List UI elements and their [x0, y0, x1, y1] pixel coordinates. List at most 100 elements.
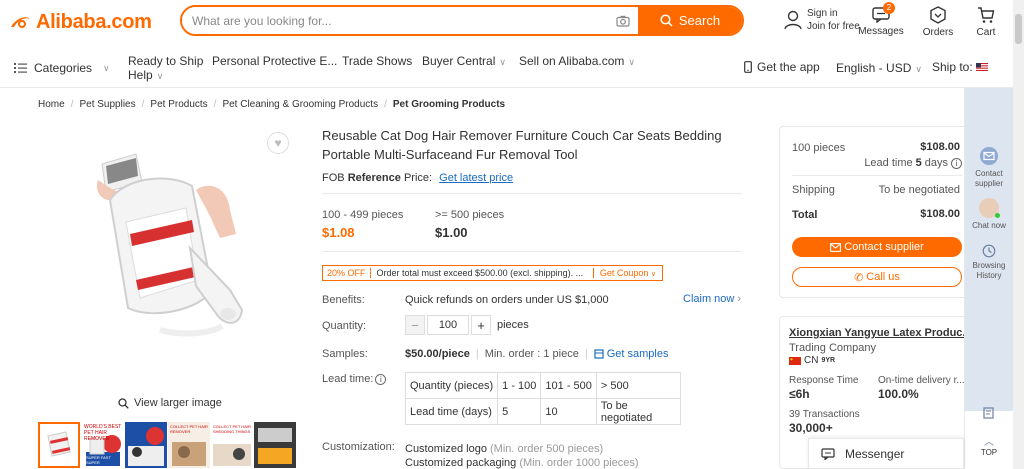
language-selector[interactable]: English - USD ∨ [836, 61, 922, 75]
table-row: Lead time (days) 5 10 To be negotiated [404, 398, 681, 425]
breadcrumb-item[interactable]: Pet Supplies [79, 99, 135, 110]
table-cell: Lead time (days) [404, 398, 499, 425]
clock-icon [982, 244, 996, 258]
categories-label: Categories [34, 61, 93, 75]
get-samples-link[interactable]: Get samples [594, 348, 668, 360]
info-icon[interactable]: i [375, 373, 387, 385]
lead-time-days: 5 [915, 157, 922, 169]
separator: | [584, 348, 588, 360]
nav-trade-shows[interactable]: Trade Shows [342, 54, 412, 68]
cart-button[interactable]: Cart [972, 4, 1000, 38]
scrollbar[interactable] [1013, 0, 1024, 469]
thumbnail-1[interactable] [38, 422, 80, 468]
chevron-right-icon: › [737, 293, 742, 305]
categories-menu[interactable]: Categories ∨ [14, 61, 110, 75]
coupon-banner[interactable]: 20% OFF Order total must exceed $500.00 … [322, 265, 663, 281]
breadcrumb-item[interactable]: Home [38, 99, 65, 110]
tier-qty-1: 100 - 499 pieces [322, 209, 404, 221]
camera-icon[interactable] [608, 7, 638, 34]
coupon-condition: Order total must exceed $500.00 (excl. s… [376, 268, 584, 278]
decrement-button[interactable]: − [405, 315, 425, 335]
coupon-discount: 20% OFF [323, 268, 371, 278]
nav-sell[interactable]: Sell on Alibaba.com ∨ [519, 54, 635, 68]
breadcrumb-item-current[interactable]: Pet Grooming Products [393, 99, 505, 110]
claim-now-link[interactable]: Claim now › [683, 293, 741, 305]
nav-help[interactable]: Help ∨ [128, 68, 163, 82]
info-icon[interactable]: i [951, 157, 962, 169]
thumbnail-4[interactable]: COLLECT PET HAIR REMOVER [168, 422, 210, 468]
main-product-image[interactable] [40, 130, 276, 388]
breadcrumb-item[interactable]: Pet Cleaning & Grooming Products [222, 99, 378, 110]
nav-buyer-central[interactable]: Buyer Central ∨ [422, 54, 506, 68]
favorite-heart-button[interactable]: ♥ [267, 132, 289, 154]
fob-price-line: FOB Reference Price: Get latest price [322, 172, 513, 184]
sidebar-browsing-history[interactable]: Browsing History [965, 244, 1013, 281]
alibaba-logo[interactable]: Alibaba.com [8, 11, 152, 34]
order-qty: 100 pieces [792, 142, 846, 154]
table-cell: 1 - 100 [497, 372, 542, 399]
back-to-top-button[interactable]: ︿ TOP [965, 438, 1013, 458]
sidebar-chat-now[interactable]: Chat now [965, 198, 1013, 231]
quantity-label: Quantity: [322, 320, 367, 332]
tier-qty-2: >= 500 pieces [435, 209, 505, 221]
order-summary-card: 100 pieces $108.00 Lead time 5 days i Sh… [779, 126, 971, 298]
search-input[interactable] [182, 7, 608, 34]
nav-ready-to-ship[interactable]: Ready to Ship [128, 54, 203, 68]
view-larger-image-link[interactable]: View larger image [118, 397, 222, 409]
messenger-bar[interactable]: Messenger [808, 438, 964, 469]
chevron-down-icon: ∨ [156, 71, 164, 81]
call-us-label: Call us [866, 271, 900, 283]
supplier-type: Trading Company [789, 342, 877, 354]
messages-button[interactable]: 2 Messages [858, 2, 904, 37]
tier-price-1: $1.08 [322, 225, 355, 240]
custom-logo-row: Customized logo (Min. order 500 pieces) [405, 443, 603, 455]
sign-in-link[interactable]: Sign in [807, 7, 860, 20]
back-to-top-label: TOP [980, 448, 998, 457]
phone-icon: ✆ [854, 271, 864, 284]
benefits-value: Quick refunds on orders under US $1,000 [405, 294, 609, 306]
supplier-country: CN [804, 355, 819, 366]
thumbnail-6[interactable] [254, 422, 296, 468]
quantity-input[interactable]: 100 [427, 315, 469, 335]
sidebar-history-label: Browsing History [972, 261, 1006, 280]
sign-in-area[interactable]: Sign in Join for free [783, 7, 860, 33]
search-icon [660, 14, 673, 27]
contact-supplier-button[interactable]: Contact supplier [792, 237, 962, 257]
orders-button[interactable]: Orders [921, 4, 955, 38]
thumbnail-5[interactable]: COLLECT PET HAIR SHEDDING THINGS [211, 422, 253, 468]
cart-label: Cart [976, 27, 996, 38]
get-app-link[interactable]: Get the app [744, 60, 820, 74]
thumbnail-2[interactable]: WORLD'S BEST PET HAIR REMOVER SUPER FAST… [82, 422, 124, 468]
order-amount: $108.00 [920, 141, 960, 153]
customization-label: Customization: [322, 441, 395, 453]
get-latest-price-link[interactable]: Get latest price [439, 172, 513, 184]
thumbnail-text: WORLD'S BEST PET HAIR REMOVER [84, 424, 122, 442]
transactions-label: 39 Transactions [789, 409, 860, 420]
sidebar-feedback[interactable] [965, 406, 1013, 423]
thumbnail-3[interactable] [125, 422, 167, 468]
breadcrumb-separator: / [384, 99, 387, 110]
search-button[interactable]: Search [638, 7, 742, 34]
breadcrumb-item[interactable]: Pet Products [150, 99, 207, 110]
china-flag-icon [789, 356, 801, 365]
get-coupon-button[interactable]: Get Coupon ∨ [592, 268, 662, 278]
search-button-label: Search [678, 13, 721, 28]
user-icon [784, 10, 802, 30]
supplier-name-link[interactable]: Xiongxian Yangyue Latex Produc... [789, 327, 972, 339]
contact-supplier-label: Contact supplier [844, 241, 924, 253]
ship-to-selector[interactable]: Ship to: [932, 60, 988, 74]
samples-price: $50.00/piece [405, 348, 470, 360]
order-lead-time: Lead time 5 days i [864, 157, 962, 169]
increment-button[interactable]: + [471, 315, 491, 335]
ship-to-label: Ship to: [932, 60, 973, 74]
chevron-down-icon: ∨ [650, 271, 656, 278]
scrollbar-thumb[interactable] [1015, 14, 1022, 44]
sidebar-contact-supplier[interactable]: Contact supplier [965, 146, 1013, 189]
response-time-label: Response Time [789, 375, 859, 386]
nav-buyer-central-label: Buyer Central [422, 54, 496, 68]
nav-ppe[interactable]: Personal Protective E... [212, 54, 337, 68]
messages-label: Messages [858, 26, 904, 37]
join-free-link[interactable]: Join for free [807, 20, 860, 33]
call-us-button[interactable]: ✆ Call us [792, 267, 962, 287]
breadcrumb: Home / Pet Supplies / Pet Products / Pet Cl… [38, 99, 505, 110]
